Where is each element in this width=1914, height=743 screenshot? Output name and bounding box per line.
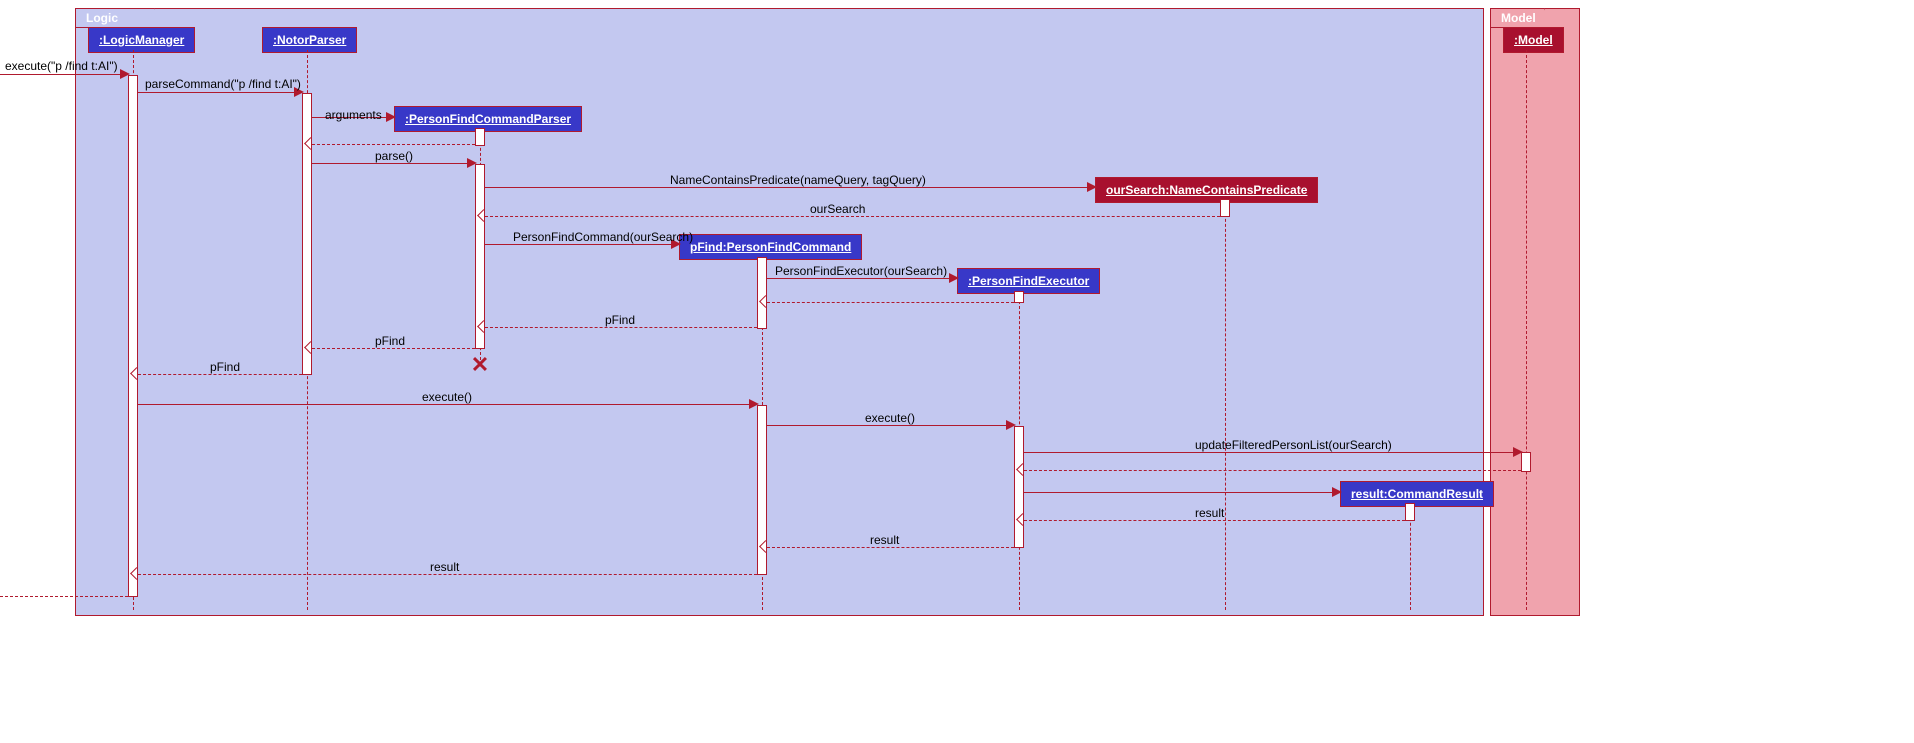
msg-result3: result	[430, 560, 459, 574]
msg-parse-command: parseCommand("p /find t:AI")	[145, 77, 301, 91]
ah-execute-in	[120, 69, 130, 79]
np-activation	[302, 93, 312, 375]
arrow-ufpl	[1024, 452, 1521, 453]
arrow-parse	[312, 163, 475, 164]
ah-cr	[1332, 487, 1342, 497]
ah-pfe	[949, 273, 959, 283]
msg-execute-in: execute("p /find t:AI")	[5, 59, 118, 73]
arrow-parse-command	[138, 92, 302, 93]
msg-execute3: execute()	[865, 411, 915, 425]
model-lifeline	[1526, 50, 1527, 610]
command-result-box: result:CommandResult	[1340, 481, 1494, 507]
arrow-result2	[767, 547, 1014, 548]
arrow-model-return	[1024, 470, 1521, 471]
msg-pfind3: pFind	[210, 360, 240, 374]
person-find-executor-box: :PersonFindExecutor	[957, 268, 1100, 294]
person-find-command-parser-box: :PersonFindCommandParser	[394, 106, 582, 132]
model-box: :Model	[1503, 27, 1564, 53]
msg-parse: parse()	[375, 149, 413, 163]
ah-ufpl	[1513, 447, 1523, 457]
msg-ncp: NameContainsPredicate(nameQuery, tagQuer…	[670, 173, 926, 187]
arrow-result3	[138, 574, 757, 575]
model-frame: Model	[1490, 8, 1580, 616]
arrow-execute3	[767, 425, 1014, 426]
pfe-activation1	[1014, 291, 1024, 303]
lm-activation	[128, 75, 138, 597]
arrow-execute2	[138, 404, 757, 405]
ah-ncp	[1087, 182, 1097, 192]
arrow-pfe	[767, 278, 957, 279]
ah-execute3	[1006, 420, 1016, 430]
ncp-lifeline	[1225, 199, 1226, 610]
name-contains-predicate-box: ourSearch:NameContainsPredicate	[1095, 177, 1318, 203]
msg-execute2: execute()	[422, 390, 472, 404]
arrow-execute-in	[0, 74, 128, 75]
pfc-activation1	[757, 257, 767, 329]
arrow-final-return	[0, 596, 128, 597]
arrow-pfc	[485, 244, 679, 245]
arrow-cr	[1024, 492, 1340, 493]
msg-pfind1: pFind	[605, 313, 635, 327]
msg-pfe: PersonFindExecutor(ourSearch)	[775, 264, 947, 278]
logic-manager-box: :LogicManager	[88, 27, 195, 53]
arrow-pfcp-return1	[312, 144, 475, 145]
logic-frame: Logic	[75, 8, 1484, 616]
ah-arguments	[386, 112, 396, 122]
ah-execute2	[749, 399, 759, 409]
msg-ufpl: updateFilteredPersonList(ourSearch)	[1195, 438, 1392, 452]
arrow-pfind1	[485, 327, 757, 328]
ncp-activation	[1220, 199, 1230, 217]
arrow-ncp	[485, 187, 1095, 188]
msg-result1: result	[1195, 506, 1224, 520]
pfcp-destroy: ✕	[471, 352, 489, 378]
pfe-activation2	[1014, 426, 1024, 548]
msg-oursearch: ourSearch	[810, 202, 865, 216]
arrow-oursearch	[485, 216, 1220, 217]
cr-activation	[1405, 503, 1415, 521]
arrow-pfind2	[312, 348, 475, 349]
msg-pfind2: pFind	[375, 334, 405, 348]
arrow-result1	[1024, 520, 1405, 521]
model-frame-label: Model	[1490, 8, 1545, 28]
ah-parse	[467, 158, 477, 168]
pfcp-activation1	[475, 128, 485, 146]
person-find-command-box: pFind:PersonFindCommand	[679, 234, 862, 260]
arrow-pfe-return	[767, 302, 1014, 303]
msg-pfc: PersonFindCommand(ourSearch)	[513, 230, 693, 244]
arrow-pfind3	[138, 374, 302, 375]
msg-arguments: arguments	[325, 108, 382, 122]
notor-parser-box: :NotorParser	[262, 27, 357, 53]
logic-frame-label: Logic	[75, 8, 155, 28]
msg-result2: result	[870, 533, 899, 547]
